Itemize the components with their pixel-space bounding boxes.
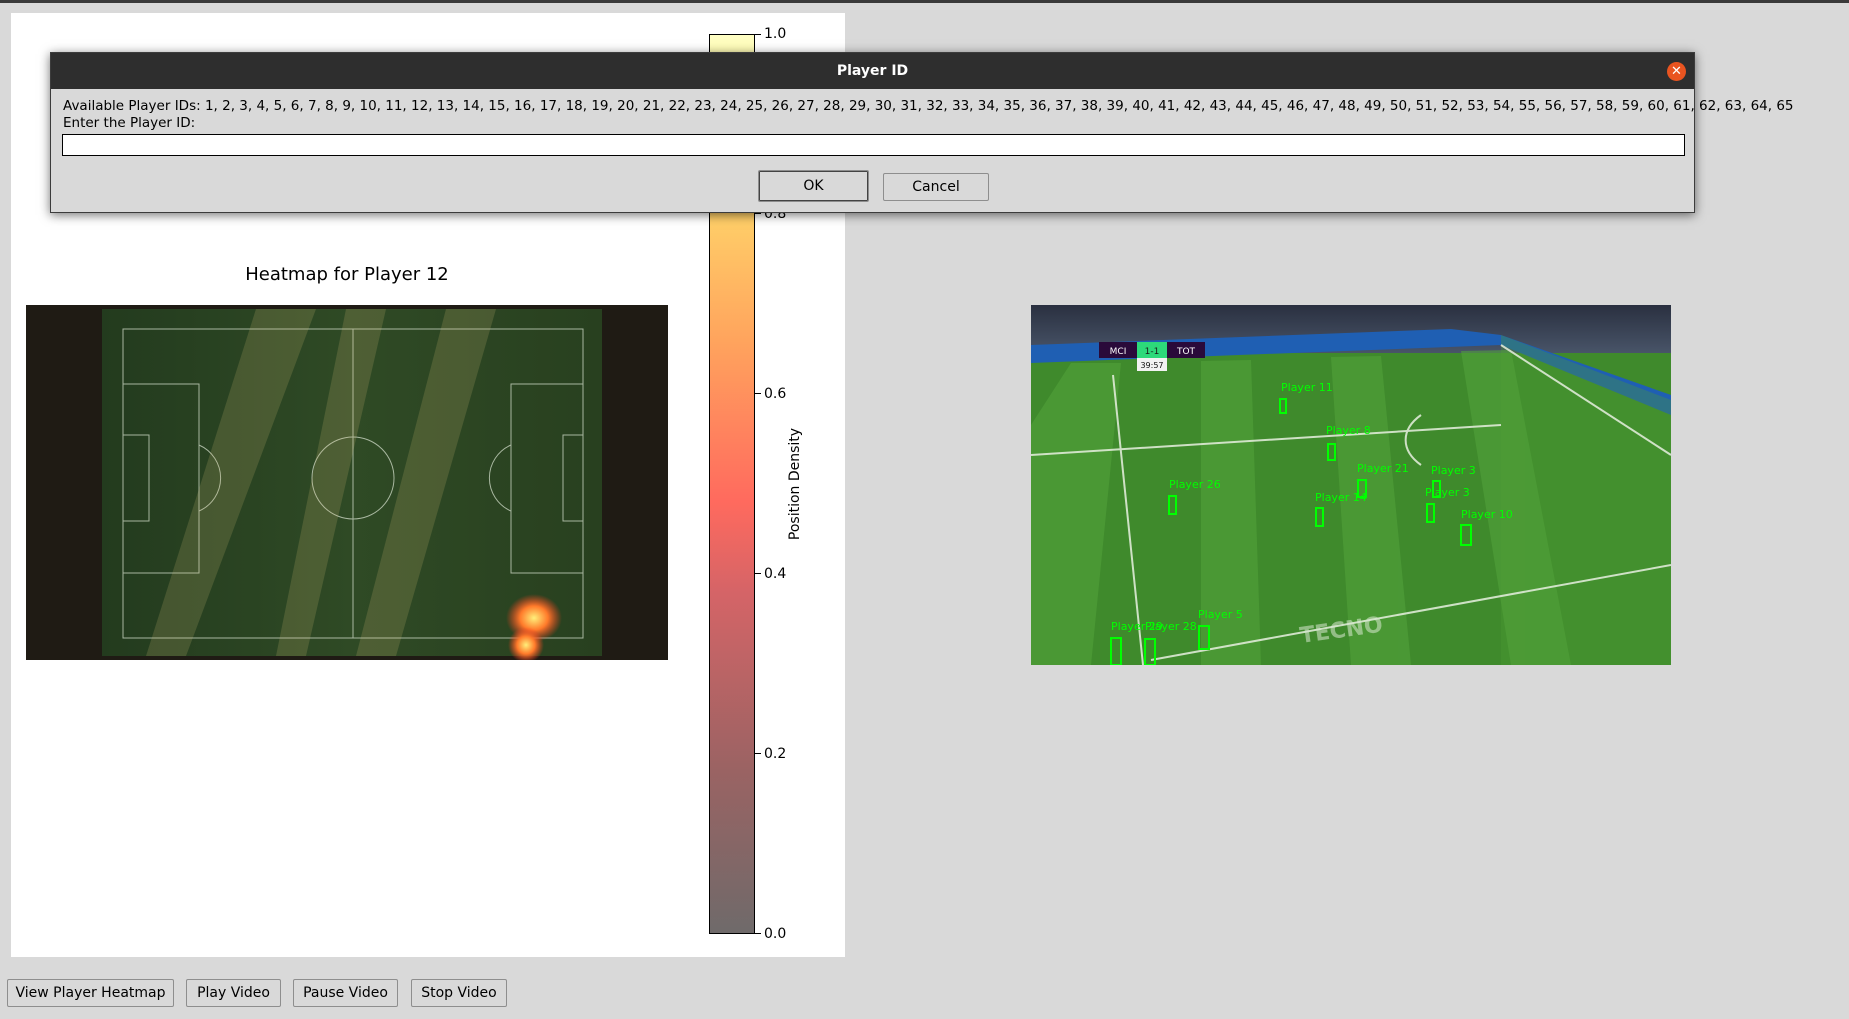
stop-video-button[interactable]: Stop Video <box>411 979 507 1007</box>
player-label: Player 5 <box>1198 608 1243 621</box>
player-label: Player 28 <box>1145 620 1197 633</box>
player-label: Player 10 <box>1461 508 1513 521</box>
colorbar-tick <box>755 34 761 35</box>
enter-player-id-label: Enter the Player ID: <box>63 115 196 131</box>
scoreboard-score: 1-1 <box>1145 347 1160 357</box>
colorbar-tick <box>755 393 761 394</box>
window-top-border <box>0 0 1849 3</box>
cancel-button[interactable]: Cancel <box>883 173 989 201</box>
colorbar-tick-label: 0.0 <box>764 926 787 942</box>
colorbar-tick-label: 0.4 <box>764 566 787 582</box>
dialog-titlebar: Player ID ✕ <box>51 53 1694 89</box>
play-video-button[interactable]: Play Video <box>186 979 281 1007</box>
colorbar-tick-label: 0.6 <box>764 386 787 402</box>
player-label: Player 11 <box>1281 381 1333 394</box>
ok-button[interactable]: OK <box>758 170 869 202</box>
scoreboard-away: TOT <box>1176 347 1196 357</box>
player-label: Player 14 <box>1315 491 1367 504</box>
pitch-heatmap-image <box>26 305 668 660</box>
scoreboard-home: MCI <box>1110 347 1127 357</box>
dialog-title: Player ID <box>836 63 909 79</box>
scoreboard-clock: 39:57 <box>1140 361 1163 370</box>
player-id-input[interactable] <box>62 134 1685 156</box>
pause-video-button[interactable]: Pause Video <box>293 979 398 1007</box>
colorbar-tick-label: 1.0 <box>764 26 787 42</box>
colorbar-tick <box>755 933 761 934</box>
player-label: Player 3 <box>1431 464 1476 477</box>
colorbar-tick-label: 0.2 <box>764 746 787 762</box>
colorbar-tick <box>755 573 761 574</box>
player-label: Player 3 <box>1425 486 1470 499</box>
colorbar-tick <box>755 753 761 754</box>
available-player-ids-label: Available Player IDs: 1, 2, 3, 4, 5, 6, … <box>63 98 1794 114</box>
video-frame: MCI 1-1 TOT 39:57 TECNO Player 11 Player… <box>1031 305 1671 665</box>
close-icon[interactable]: ✕ <box>1667 62 1686 81</box>
colorbar-label: Position Density <box>787 427 803 541</box>
player-label: Player 21 <box>1357 462 1409 475</box>
view-heatmap-button[interactable]: View Player Heatmap <box>7 979 174 1007</box>
player-label: Player 8 <box>1326 424 1371 437</box>
colorbar-tick <box>755 213 761 214</box>
player-label: Player 26 <box>1169 478 1221 491</box>
plot-title: Heatmap for Player 12 <box>245 264 449 285</box>
player-id-dialog: Player ID ✕ Available Player IDs: 1, 2, … <box>50 52 1794 213</box>
